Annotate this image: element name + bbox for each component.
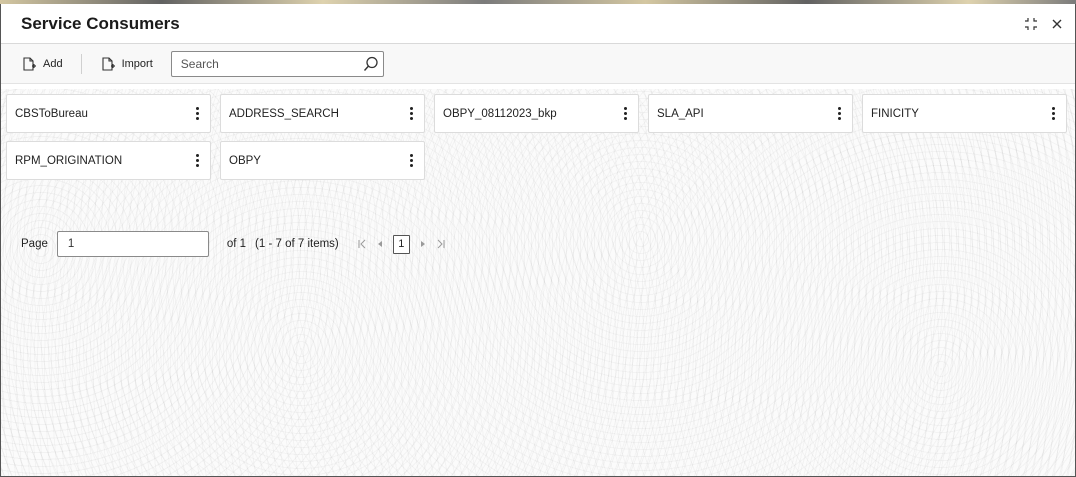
more-options-icon[interactable] [404, 150, 418, 172]
page-title: Service Consumers [21, 13, 180, 33]
page-count-text: of 1 [226, 238, 247, 250]
page-number-input[interactable] [56, 231, 209, 257]
more-options-icon[interactable] [832, 103, 846, 125]
page-navigation: 1 [353, 234, 450, 254]
add-button[interactable]: Add [15, 50, 69, 78]
add-label: Add [43, 57, 63, 70]
consumer-card[interactable]: ADDRESS_SEARCH [220, 94, 425, 133]
consumer-card[interactable]: SLA_API [648, 94, 853, 133]
pagination: Page of 1 (1 - 7 of 7 items) 1 [21, 231, 450, 257]
consumer-card[interactable]: OBPY_08112023_bkp [434, 94, 639, 133]
consumer-card[interactable]: RPM_ORIGINATION [6, 141, 211, 180]
previous-page-icon[interactable] [371, 234, 389, 254]
consumer-card-grid: CBSToBureau ADDRESS_SEARCH OBPY_08112023… [6, 94, 1067, 180]
service-consumers-window: Service Consumers Add Import Search CBST… [0, 4, 1076, 477]
window-header: Service Consumers [1, 4, 1075, 44]
more-options-icon[interactable] [1046, 103, 1060, 125]
last-page-icon[interactable] [432, 234, 450, 254]
consumer-name: SLA_API [657, 107, 704, 120]
import-file-icon [102, 56, 115, 71]
items-count-text: (1 - 7 of 7 items) [255, 238, 339, 250]
consumer-name: OBPY_08112023_bkp [443, 107, 557, 120]
search-input[interactable] [171, 51, 359, 76]
content-area: CBSToBureau ADDRESS_SEARCH OBPY_08112023… [1, 89, 1075, 476]
window-controls [1023, 16, 1065, 32]
consumer-card[interactable]: FINICITY [862, 94, 1067, 133]
consumer-name: OBPY [229, 154, 261, 167]
more-options-icon[interactable] [190, 103, 204, 125]
consumer-card[interactable]: OBPY [220, 141, 425, 180]
toolbar: Add Import [1, 44, 1075, 84]
collapse-icon[interactable] [1023, 16, 1039, 32]
import-label: Import [121, 57, 153, 70]
import-button[interactable]: Import [94, 50, 159, 78]
search-box [170, 50, 384, 77]
search-icon[interactable] [359, 56, 383, 72]
consumer-name: ADDRESS_SEARCH [229, 107, 339, 120]
consumer-name: RPM_ORIGINATION [15, 154, 123, 167]
first-page-icon[interactable] [353, 234, 371, 254]
more-options-icon[interactable] [618, 103, 632, 125]
toolbar-divider [80, 53, 82, 74]
page-label: Page [21, 238, 48, 250]
current-page-button[interactable]: 1 [392, 234, 410, 254]
more-options-icon[interactable] [404, 103, 418, 125]
consumer-card[interactable]: CBSToBureau [6, 94, 211, 133]
more-options-icon[interactable] [190, 150, 204, 172]
close-icon[interactable] [1049, 16, 1065, 32]
next-page-icon[interactable] [414, 234, 432, 254]
consumer-name: CBSToBureau [15, 107, 88, 120]
add-file-icon [23, 56, 36, 71]
consumer-name: FINICITY [871, 107, 919, 120]
